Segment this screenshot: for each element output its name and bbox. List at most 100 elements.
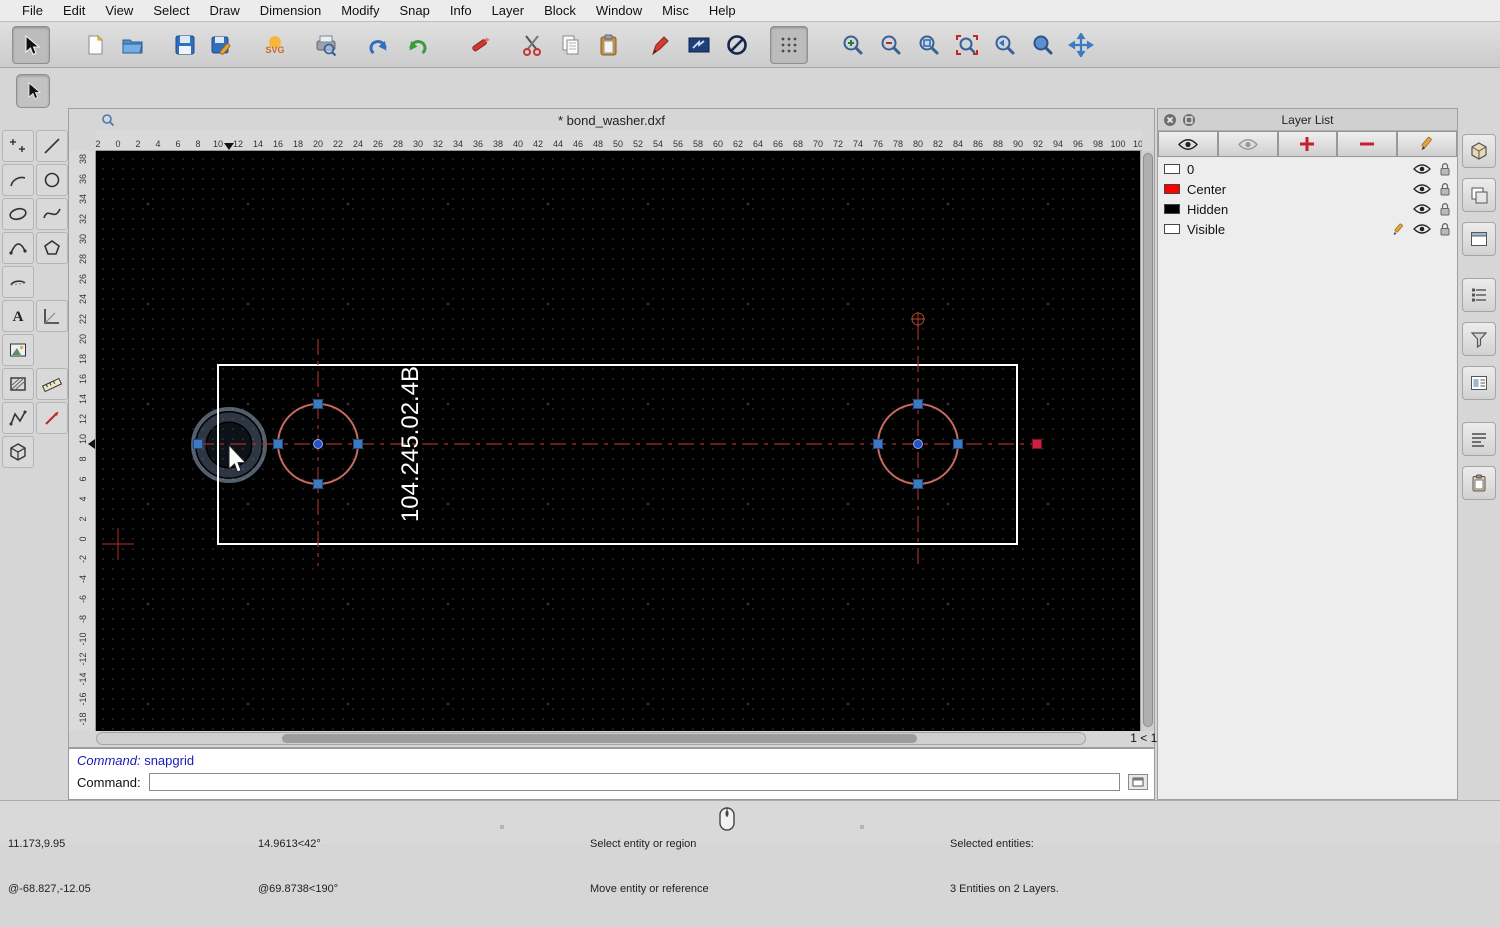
measure-tool[interactable] <box>36 368 68 400</box>
layer-color-swatch[interactable] <box>1164 164 1180 174</box>
layer-lock-icon[interactable] <box>1439 182 1451 196</box>
horizontal-scrollbar-thumb[interactable] <box>282 734 917 743</box>
clipboard-widget-toggle[interactable] <box>1462 466 1496 500</box>
zoom-window-button[interactable] <box>1024 26 1062 64</box>
left-hole-center-handle[interactable] <box>313 439 323 449</box>
block-widget-toggle[interactable] <box>1462 366 1496 400</box>
ellipse-tool[interactable] <box>2 198 34 230</box>
menu-item-dimension[interactable]: Dimension <box>250 0 331 22</box>
remove-entity-button[interactable] <box>462 26 500 64</box>
library-browser-toggle[interactable] <box>1462 178 1496 212</box>
grid-toggle-button[interactable] <box>770 25 808 64</box>
washer-outline-rect[interactable] <box>217 364 1018 545</box>
undo-button[interactable] <box>360 26 398 64</box>
layer-color-swatch[interactable] <box>1164 204 1180 214</box>
menu-item-view[interactable]: View <box>95 0 143 22</box>
block-list-toggle[interactable] <box>1462 134 1496 168</box>
layer-visibility-icon[interactable] <box>1413 223 1431 235</box>
hatch-tool[interactable] <box>2 368 34 400</box>
layer-visibility-icon[interactable] <box>1413 203 1431 215</box>
ellipse-arc-tool[interactable] <box>2 266 34 298</box>
part-number-label[interactable]: 104.245.02.4B <box>397 366 424 522</box>
zoom-out-button[interactable] <box>872 26 910 64</box>
open-file-button[interactable] <box>114 26 152 64</box>
command-dock-button[interactable] <box>1128 774 1148 790</box>
menu-item-edit[interactable]: Edit <box>53 0 95 22</box>
menu-item-misc[interactable]: Misc <box>652 0 699 22</box>
edit-layer-button[interactable] <box>1397 131 1457 157</box>
layer-row-visible[interactable]: Visible <box>1158 219 1457 239</box>
polyline-tool[interactable] <box>2 402 34 434</box>
horizontal-scrollbar[interactable] <box>96 732 1086 745</box>
menu-item-window[interactable]: Window <box>586 0 652 22</box>
centerlines[interactable] <box>198 324 1037 566</box>
command-widget-toggle[interactable] <box>1462 222 1496 256</box>
layer-visibility-icon[interactable] <box>1413 183 1431 195</box>
cut-button[interactable] <box>514 26 552 64</box>
menu-item-snap[interactable]: Snap <box>390 0 440 22</box>
command-input[interactable] <box>148 773 1120 791</box>
draft-mode-button[interactable] <box>718 26 756 64</box>
modify-tool[interactable] <box>36 402 68 434</box>
zoom-previous-button[interactable] <box>986 26 1024 64</box>
vertical-scrollbar-thumb[interactable] <box>1143 153 1153 727</box>
zoom-auto-button[interactable] <box>910 26 948 64</box>
layer-color-swatch[interactable] <box>1164 224 1180 234</box>
layer-row-hidden[interactable]: Hidden <box>1158 199 1457 219</box>
new-file-button[interactable] <box>76 26 114 64</box>
print-preview-button[interactable] <box>308 26 346 64</box>
image-tool[interactable] <box>2 334 34 366</box>
paste-button[interactable] <box>590 26 628 64</box>
text-tool[interactable]: A <box>2 300 34 332</box>
pen-attributes-button[interactable] <box>642 26 680 64</box>
vertical-scrollbar[interactable] <box>1140 151 1154 731</box>
export-svg-button[interactable]: SVG <box>256 26 294 64</box>
layer-list-toggle[interactable] <box>1462 278 1496 312</box>
panel-close-icon[interactable] <box>1163 113 1177 127</box>
hide-all-layers-button[interactable] <box>1217 131 1278 157</box>
block-tool[interactable] <box>2 436 34 468</box>
selection-attributes-button[interactable] <box>680 26 718 64</box>
menu-item-help[interactable]: Help <box>699 0 746 22</box>
layer-edit-icon[interactable] <box>1392 223 1405 236</box>
show-all-layers-button[interactable] <box>1158 131 1218 157</box>
zoom-pan-button[interactable] <box>1062 26 1100 64</box>
menu-item-layer[interactable]: Layer <box>482 0 535 22</box>
right-hole-center-handle[interactable] <box>913 439 923 449</box>
save-button[interactable] <box>166 26 204 64</box>
dimension-tool[interactable] <box>36 300 68 332</box>
layer-lock-icon[interactable] <box>1439 222 1451 236</box>
centerline-endpoint-handle[interactable] <box>1032 439 1042 449</box>
polygon-tool[interactable] <box>36 232 68 264</box>
zoom-in-button[interactable] <box>834 26 872 64</box>
menu-item-draw[interactable]: Draw <box>199 0 249 22</box>
point-tool[interactable] <box>2 130 34 162</box>
redo-button[interactable] <box>398 26 436 64</box>
drawing-canvas[interactable]: 104.245.02.4B <box>96 151 1142 731</box>
layer-filter-toggle[interactable] <box>1462 322 1496 356</box>
menu-item-modify[interactable]: Modify <box>331 0 389 22</box>
line-tool[interactable] <box>36 130 68 162</box>
arc-tool[interactable] <box>2 164 34 196</box>
save-as-button[interactable] <box>204 26 242 64</box>
select-tool-button[interactable] <box>12 25 50 64</box>
layer-row-center[interactable]: Center <box>1158 179 1457 199</box>
spline-tool[interactable] <box>36 198 68 230</box>
layer-visibility-icon[interactable] <box>1413 163 1431 175</box>
menu-item-block[interactable]: Block <box>534 0 586 22</box>
layer-lock-icon[interactable] <box>1439 162 1451 176</box>
circle-tool[interactable] <box>36 164 68 196</box>
layer-lock-icon[interactable] <box>1439 202 1451 216</box>
remove-layer-button[interactable] <box>1337 131 1398 157</box>
menu-item-file[interactable]: File <box>12 0 53 22</box>
copy-button[interactable] <box>552 26 590 64</box>
zoom-select-button[interactable] <box>948 26 986 64</box>
layer-color-swatch[interactable] <box>1164 184 1180 194</box>
curve-tool[interactable] <box>2 232 34 264</box>
panel-detach-icon[interactable] <box>1182 113 1196 127</box>
menu-item-info[interactable]: Info <box>440 0 482 22</box>
menu-item-select[interactable]: Select <box>143 0 199 22</box>
default-select-button[interactable] <box>16 74 50 108</box>
command-history-toggle[interactable] <box>1462 422 1496 456</box>
add-layer-button[interactable] <box>1277 131 1338 157</box>
